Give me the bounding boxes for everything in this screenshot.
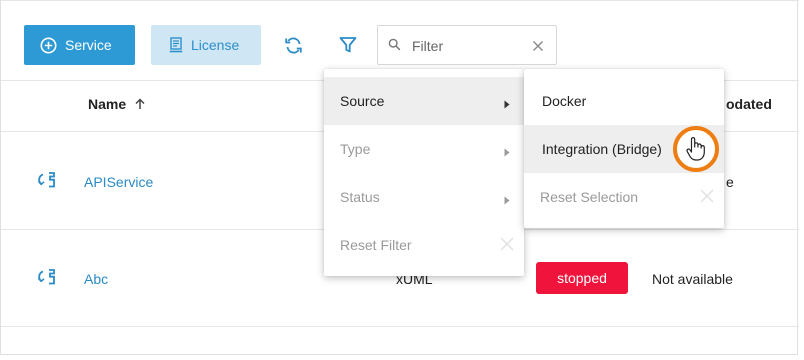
menu-item-label: Docker xyxy=(542,93,587,109)
updated-cell: Not available xyxy=(652,271,733,287)
filter-search-box[interactable] xyxy=(377,25,557,65)
close-icon xyxy=(500,237,514,254)
license-icon xyxy=(169,37,183,53)
chevron-right-icon xyxy=(504,144,510,160)
filter-input[interactable] xyxy=(410,35,524,57)
license-button[interactable]: License xyxy=(151,25,261,65)
menu-item-label: Reset Filter xyxy=(340,237,412,253)
plus-circle-icon xyxy=(40,37,57,54)
refresh-icon[interactable] xyxy=(283,35,303,55)
sync-icon[interactable] xyxy=(37,268,57,291)
name-column-header[interactable]: Name xyxy=(88,96,145,113)
filter-menu: Source Type Status Reset Filter xyxy=(324,69,524,276)
row-divider xyxy=(1,326,799,327)
clear-icon[interactable] xyxy=(532,39,544,57)
service-name-link[interactable]: APIService xyxy=(84,174,153,190)
license-button-label: License xyxy=(191,37,240,53)
menu-item-source[interactable]: Source xyxy=(324,77,524,125)
menu-item-label: Source xyxy=(340,93,385,109)
menu-item-label: Reset Selection xyxy=(540,189,639,205)
submenu-item-docker[interactable]: Docker xyxy=(524,77,724,125)
hand-cursor-icon xyxy=(673,126,719,172)
filter-icon[interactable] xyxy=(338,35,358,55)
top-border xyxy=(1,0,799,1)
sync-icon[interactable] xyxy=(37,171,57,194)
menu-item-label: Type xyxy=(340,141,371,157)
chevron-right-icon xyxy=(504,192,510,208)
sort-up-icon xyxy=(135,97,145,113)
menu-item-type[interactable]: Type xyxy=(324,125,524,173)
menu-item-label: Status xyxy=(340,189,380,205)
service-name-link[interactable]: Abc xyxy=(84,271,108,287)
menu-item-status[interactable]: Status xyxy=(324,173,524,221)
service-button-label: Service xyxy=(65,37,112,53)
menu-item-reset-filter[interactable]: Reset Filter xyxy=(324,221,524,269)
status-badge: stopped xyxy=(536,262,628,294)
updated-cell: e xyxy=(726,174,734,190)
add-service-button[interactable]: Service xyxy=(24,25,135,65)
search-icon xyxy=(388,38,401,56)
chevron-right-icon xyxy=(504,96,510,112)
submenu-item-reset-selection[interactable]: Reset Selection xyxy=(524,173,724,221)
menu-item-label: Integration (Bridge) xyxy=(542,141,662,157)
updated-column-header[interactable]: odated xyxy=(726,96,772,112)
name-header-label: Name xyxy=(88,96,127,112)
close-icon xyxy=(700,189,714,206)
